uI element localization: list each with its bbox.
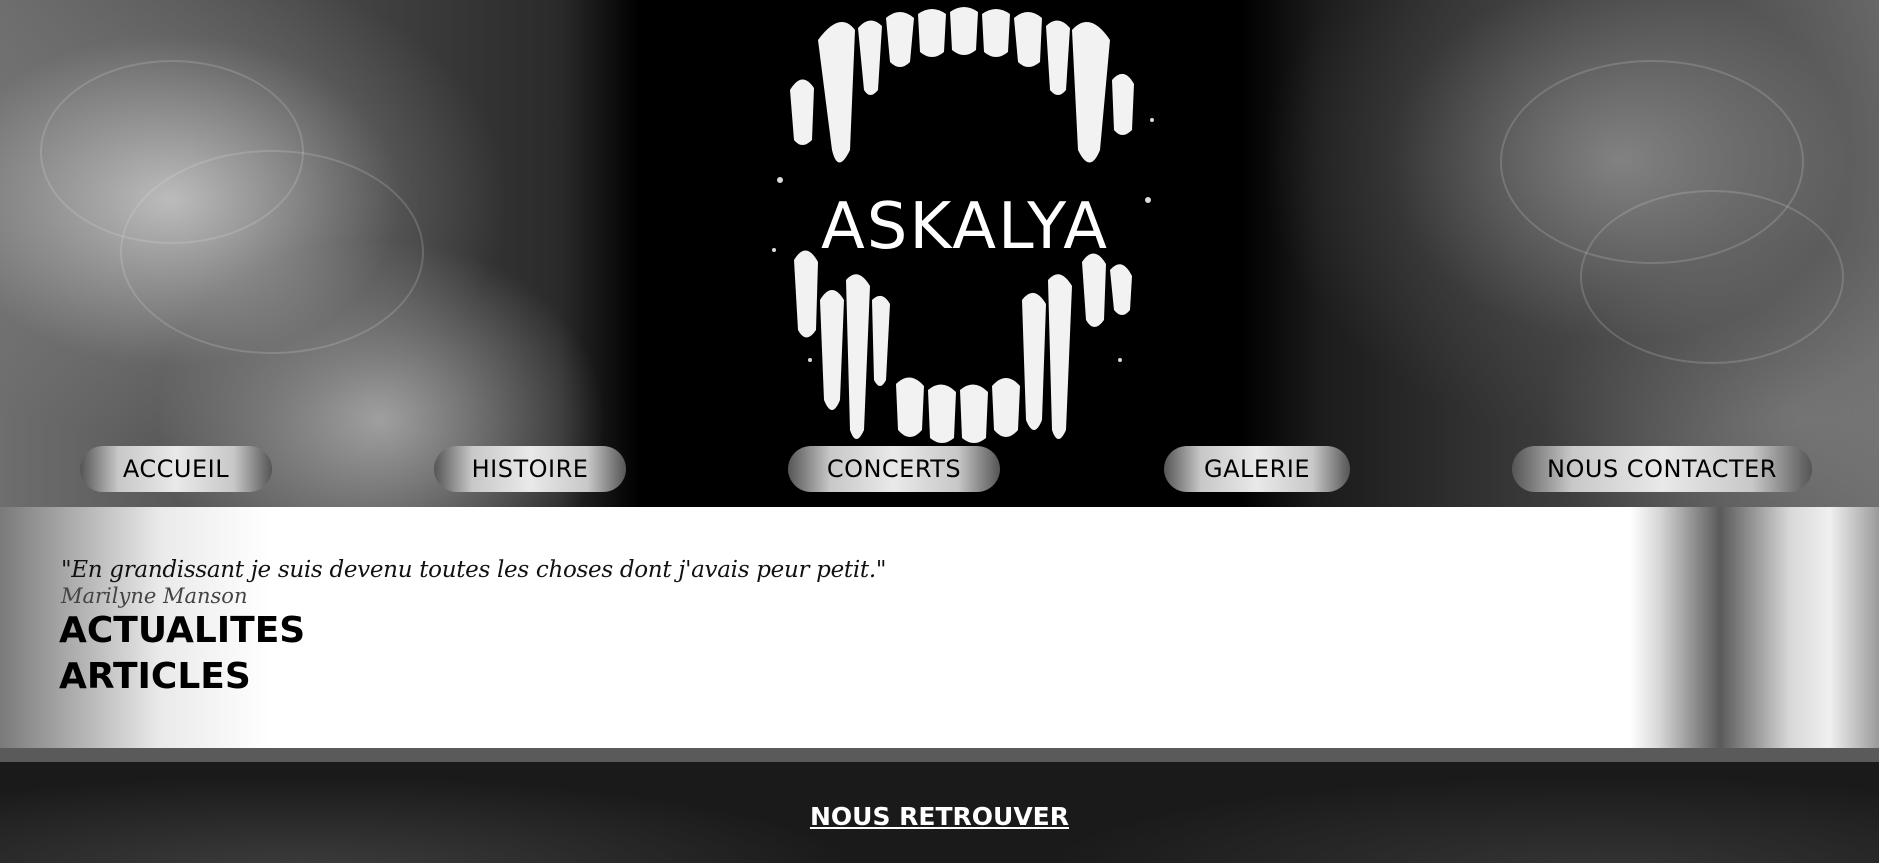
- smoke-decoration: [120, 150, 424, 354]
- band-name: ASKALYA: [821, 190, 1109, 264]
- fangs-bottom-icon: [794, 250, 1132, 443]
- nav-item-galerie[interactable]: GALERIE: [1164, 446, 1350, 492]
- smoke-decoration: [1580, 190, 1844, 364]
- footer-divider: [0, 748, 1879, 762]
- main-content: "En grandissant je suis devenu toutes le…: [0, 507, 1879, 748]
- nav-item-nous-contacter[interactable]: NOUS CONTACTER: [1512, 446, 1812, 492]
- nous-retrouver-link[interactable]: NOUS RETROUVER: [0, 802, 1879, 831]
- nav-item-accueil[interactable]: ACCUEIL: [80, 446, 272, 492]
- site-footer: NOUS RETROUVER: [0, 762, 1879, 863]
- nav-item-concerts[interactable]: CONCERTS: [788, 446, 1000, 492]
- band-logo[interactable]: ASKALYA: [760, 0, 1170, 448]
- fangs-top-icon: [790, 7, 1134, 163]
- section-heading-articles: ARTICLES: [59, 656, 251, 697]
- site-header: ASKALYA: [0, 0, 1879, 507]
- nav-item-histoire[interactable]: HISTOIRE: [434, 446, 626, 492]
- section-heading-actualites: ACTUALITES: [59, 610, 306, 651]
- nous-retrouver-label[interactable]: NOUS RETROUVER: [810, 802, 1069, 831]
- quote-text: "En grandissant je suis devenu toutes le…: [61, 557, 887, 583]
- main-navigation: ACCUEIL HISTOIRE CONCERTS GALERIE NOUS C…: [0, 446, 1879, 492]
- quote-author: Marilyne Manson: [61, 584, 248, 608]
